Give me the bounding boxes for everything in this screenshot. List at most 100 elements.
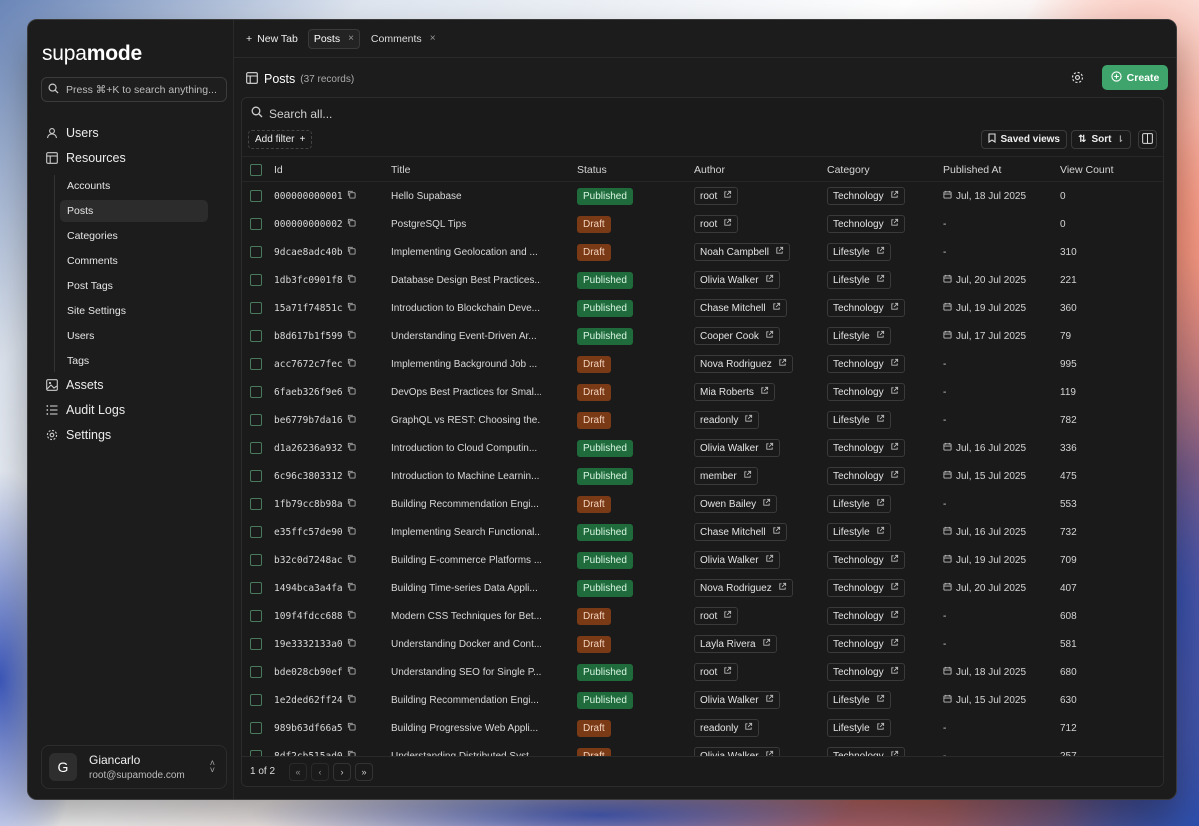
author-link[interactable]: root	[694, 663, 739, 681]
copy-icon[interactable]	[347, 442, 356, 454]
author-link[interactable]: root	[694, 215, 739, 233]
category-link[interactable]: Lifestyle	[827, 495, 891, 513]
category-link[interactable]: Technology	[827, 439, 905, 457]
category-link[interactable]: Lifestyle	[827, 271, 891, 289]
category-link[interactable]: Technology	[827, 467, 905, 485]
table-row[interactable]: 1db3fc0901f8 Database Design Best Practic…	[242, 266, 1163, 294]
table-row[interactable]: 000000000002 PostgreSQL Tips Draft root Tech…	[242, 210, 1163, 238]
columns-toggle-button[interactable]	[1138, 130, 1157, 149]
author-link[interactable]: Chase Mitchell	[694, 299, 787, 317]
table-row[interactable]: b32c0d7248ac Building E-commerce Platform…	[242, 546, 1163, 574]
table-row[interactable]: 6faeb326f9e6 DevOps Best Practices for Sm…	[242, 378, 1163, 406]
close-icon[interactable]: ×	[348, 33, 354, 44]
nav-users[interactable]: Users	[46, 126, 99, 140]
row-checkbox[interactable]	[250, 238, 262, 266]
category-link[interactable]: Technology	[827, 607, 905, 625]
copy-icon[interactable]	[347, 694, 356, 706]
row-checkbox[interactable]	[250, 322, 262, 350]
author-link[interactable]: Olivia Walker	[694, 439, 780, 457]
last-page-button[interactable]: »	[355, 762, 374, 781]
row-checkbox[interactable]	[250, 406, 262, 434]
author-link[interactable]: Olivia Walker	[694, 271, 780, 289]
first-page-button[interactable]: «	[289, 762, 308, 781]
table-row[interactable]: 6c96c3803312 Introduction to Machine Lear…	[242, 462, 1163, 490]
table-search-input[interactable]: Search all...	[251, 106, 332, 121]
table-row[interactable]: be6779b7da16 GraphQL vs REST: Choosing th…	[242, 406, 1163, 434]
row-checkbox[interactable]	[250, 714, 262, 742]
sidebar-item-site-settings[interactable]: Site Settings	[60, 300, 208, 322]
category-link[interactable]: Technology	[827, 579, 905, 597]
row-checkbox[interactable]	[250, 490, 262, 518]
copy-icon[interactable]	[347, 554, 356, 566]
row-checkbox[interactable]	[250, 574, 262, 602]
user-menu[interactable]: G Giancarlo root@supamode.com ˄ ˅	[41, 745, 227, 789]
table-row[interactable]: 15a71f74851c Introduction to Blockchain D…	[242, 294, 1163, 322]
author-link[interactable]: Noah Campbell	[694, 243, 790, 261]
table-row[interactable]: 109f4fdcc688 Modern CSS Techniques for Be…	[242, 602, 1163, 630]
copy-icon[interactable]	[347, 638, 356, 650]
table-row[interactable]: b8d617b1f599 Understanding Event-Driven A…	[242, 322, 1163, 350]
author-link[interactable]: member	[694, 467, 758, 485]
sidebar-item-categories[interactable]: Categories	[60, 225, 208, 247]
nav-audit-logs[interactable]: Audit Logs	[46, 403, 125, 417]
copy-icon[interactable]	[347, 610, 356, 622]
column-header-category[interactable]: Category	[827, 157, 937, 183]
author-link[interactable]: Layla Rivera	[694, 635, 777, 653]
table-row[interactable]: bde028cb90ef Understanding SEO for Single…	[242, 658, 1163, 686]
sidebar-item-posts[interactable]: Posts	[60, 200, 208, 222]
row-checkbox[interactable]	[250, 658, 262, 686]
table-row[interactable]: 1fb79cc8b98a Building Recommendation Engi…	[242, 490, 1163, 518]
row-checkbox[interactable]	[250, 434, 262, 462]
table-row[interactable]: 1494bca3a4fa Building Time-series Data Ap…	[242, 574, 1163, 602]
category-link[interactable]: Lifestyle	[827, 243, 891, 261]
close-icon[interactable]: ×	[430, 33, 436, 44]
category-link[interactable]: Lifestyle	[827, 327, 891, 345]
add-filter-button[interactable]: Add filter +	[248, 130, 313, 149]
column-header-id[interactable]: Id	[274, 157, 384, 183]
table-row[interactable]: e35ffc57de90 Implementing Search Function…	[242, 518, 1163, 546]
table-row[interactable]: acc7672c7fec Implementing Background Job …	[242, 350, 1163, 378]
copy-icon[interactable]	[347, 386, 356, 398]
table-row[interactable]: d1a26236a932 Introduction to Cloud Comput…	[242, 434, 1163, 462]
copy-icon[interactable]	[347, 246, 356, 258]
row-checkbox[interactable]	[250, 602, 262, 630]
category-link[interactable]: Technology	[827, 355, 905, 373]
sidebar-item-accounts[interactable]: Accounts	[60, 175, 208, 197]
author-link[interactable]: Owen Bailey	[694, 495, 778, 513]
tab-posts[interactable]: Posts ×	[307, 28, 360, 49]
table-row[interactable]: 989b63df66a5 Building Progressive Web App…	[242, 714, 1163, 742]
copy-icon[interactable]	[347, 470, 356, 482]
nav-resources[interactable]: Resources	[46, 151, 126, 165]
table-row[interactable]: 19e3332133a0 Understanding Docker and Con…	[242, 630, 1163, 658]
row-checkbox[interactable]	[250, 630, 262, 658]
author-link[interactable]: Nova Rodriguez	[694, 579, 793, 597]
author-link[interactable]: Olivia Walker	[694, 551, 780, 569]
copy-icon[interactable]	[347, 526, 356, 538]
table-row[interactable]: 1e2ded62ff24 Building Recommendation Engi…	[242, 686, 1163, 714]
row-checkbox[interactable]	[250, 350, 262, 378]
category-link[interactable]: Lifestyle	[827, 719, 891, 737]
copy-icon[interactable]	[347, 722, 356, 734]
column-header-published-at[interactable]: Published At	[943, 157, 1053, 183]
category-link[interactable]: Lifestyle	[827, 411, 891, 429]
category-link[interactable]: Lifestyle	[827, 691, 891, 709]
row-checkbox[interactable]	[250, 266, 262, 294]
author-link[interactable]: Nova Rodriguez	[694, 355, 793, 373]
row-checkbox[interactable]	[250, 378, 262, 406]
copy-icon[interactable]	[347, 582, 356, 594]
column-header-author[interactable]: Author	[694, 157, 814, 183]
author-link[interactable]: Chase Mitchell	[694, 523, 787, 541]
author-link[interactable]: readonly	[694, 719, 760, 737]
new-tab-button[interactable]: + New Tab	[246, 33, 298, 45]
row-checkbox[interactable]	[250, 462, 262, 490]
author-link[interactable]: root	[694, 607, 739, 625]
category-link[interactable]: Technology	[827, 383, 905, 401]
category-link[interactable]: Technology	[827, 635, 905, 653]
settings-gear-icon[interactable]	[1071, 71, 1084, 87]
author-link[interactable]: root	[694, 187, 739, 205]
row-checkbox[interactable]	[250, 210, 262, 238]
nav-settings[interactable]: Settings	[46, 428, 111, 442]
copy-icon[interactable]	[347, 274, 356, 286]
column-header-status[interactable]: Status	[577, 157, 677, 183]
category-link[interactable]: Technology	[827, 187, 905, 205]
